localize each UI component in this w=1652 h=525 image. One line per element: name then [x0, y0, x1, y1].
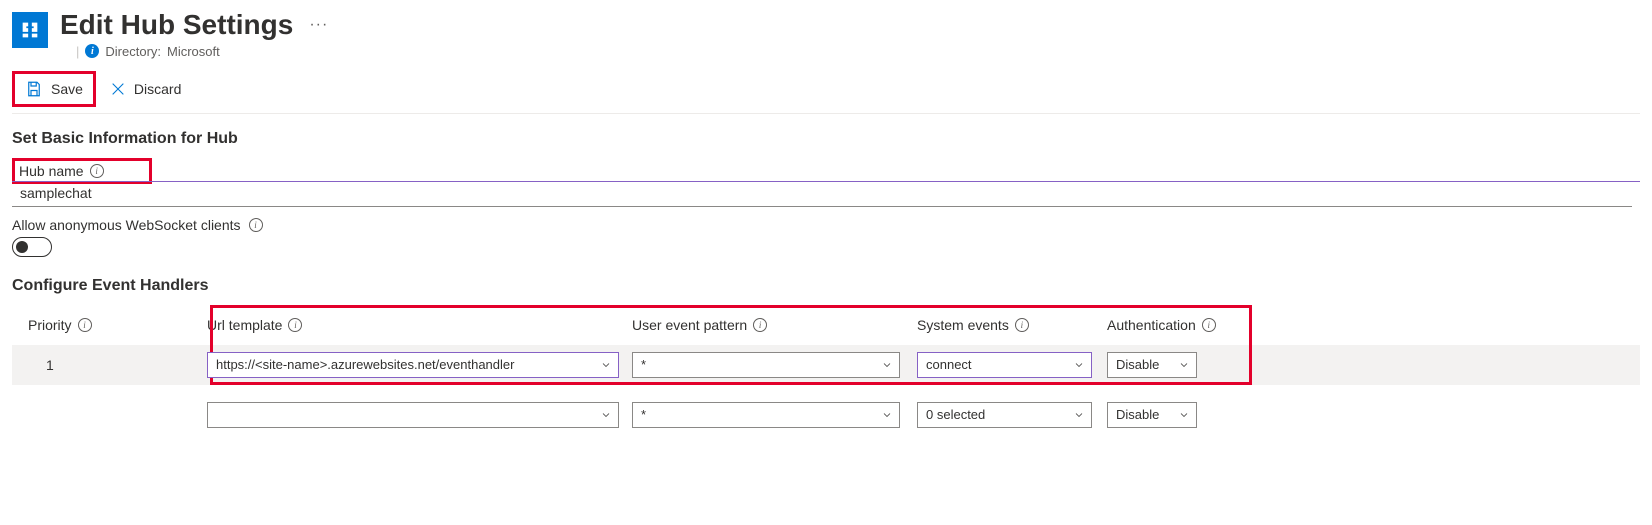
basic-section-heading: Set Basic Information for Hub	[12, 130, 1640, 148]
allow-anon-label: Allow anonymous WebSocket clients	[12, 217, 241, 233]
chevron-down-icon	[1073, 359, 1085, 371]
priority-cell: 1	[12, 357, 207, 373]
url-template-dropdown[interactable]	[207, 402, 619, 428]
hub-name-input[interactable]	[12, 181, 1632, 207]
info-icon[interactable]: i	[753, 318, 767, 332]
chevron-down-icon	[1073, 409, 1085, 421]
chevron-down-icon	[600, 409, 612, 421]
handlers-table: Priority i Url template i User event pat…	[12, 305, 1640, 435]
command-bar: Save Discard	[12, 65, 1640, 114]
system-events-dropdown[interactable]: 0 selected	[917, 402, 1092, 428]
discard-button[interactable]: Discard	[100, 75, 191, 103]
chevron-down-icon	[881, 359, 893, 371]
chevron-down-icon	[1178, 409, 1190, 421]
col-sys-label: System events	[917, 317, 1009, 333]
chevron-down-icon	[881, 409, 893, 421]
directory-value: Microsoft	[167, 44, 220, 59]
col-user-label: User event pattern	[632, 317, 747, 333]
info-icon[interactable]: i	[1015, 318, 1029, 332]
auth-dropdown[interactable]: Disable	[1107, 402, 1197, 428]
url-template-value: https://<site-name>.azurewebsites.net/ev…	[216, 357, 514, 372]
auth-dropdown[interactable]: Disable	[1107, 352, 1197, 378]
table-row: 1 https://<site-name>.azurewebsites.net/…	[12, 345, 1640, 385]
table-header-row: Priority i Url template i User event pat…	[12, 305, 1640, 345]
info-icon[interactable]: i	[78, 318, 92, 332]
col-url-label: Url template	[207, 317, 282, 333]
save-label: Save	[51, 81, 83, 97]
auth-value: Disable	[1116, 407, 1159, 422]
user-pattern-value: *	[641, 357, 646, 372]
col-auth-label: Authentication	[1107, 317, 1196, 333]
system-events-value: connect	[926, 357, 972, 372]
user-pattern-value: *	[641, 407, 646, 422]
system-events-value: 0 selected	[926, 407, 985, 422]
info-icon[interactable]: i	[90, 164, 104, 178]
auth-value: Disable	[1116, 357, 1159, 372]
page-title: Edit Hub Settings	[60, 8, 293, 42]
allow-anon-toggle[interactable]	[12, 237, 52, 257]
info-icon[interactable]: i	[249, 218, 263, 232]
toggle-knob	[16, 241, 28, 253]
url-template-dropdown[interactable]: https://<site-name>.azurewebsites.net/ev…	[207, 352, 619, 378]
discard-label: Discard	[134, 81, 181, 97]
hub-name-label: Hub name	[19, 163, 84, 179]
system-events-dropdown[interactable]: connect	[917, 352, 1092, 378]
info-icon: i	[85, 44, 99, 58]
handlers-section-heading: Configure Event Handlers	[12, 277, 1640, 295]
user-pattern-dropdown[interactable]: *	[632, 352, 900, 378]
table-row: * 0 selected Disable	[12, 395, 1640, 435]
more-icon[interactable]: ···	[309, 16, 328, 34]
user-pattern-dropdown[interactable]: *	[632, 402, 900, 428]
service-logo-icon	[12, 12, 48, 48]
chevron-down-icon	[1178, 359, 1190, 371]
col-priority-label: Priority	[28, 317, 72, 333]
directory-breadcrumb: | i Directory: Microsoft	[76, 44, 328, 59]
save-button[interactable]: Save	[15, 74, 93, 104]
chevron-down-icon	[600, 359, 612, 371]
close-icon	[110, 81, 126, 97]
info-icon[interactable]: i	[288, 318, 302, 332]
directory-label: Directory:	[105, 44, 161, 59]
info-icon[interactable]: i	[1202, 318, 1216, 332]
save-icon	[25, 80, 43, 98]
page-header: Edit Hub Settings ··· | i Directory: Mic…	[12, 8, 1640, 59]
